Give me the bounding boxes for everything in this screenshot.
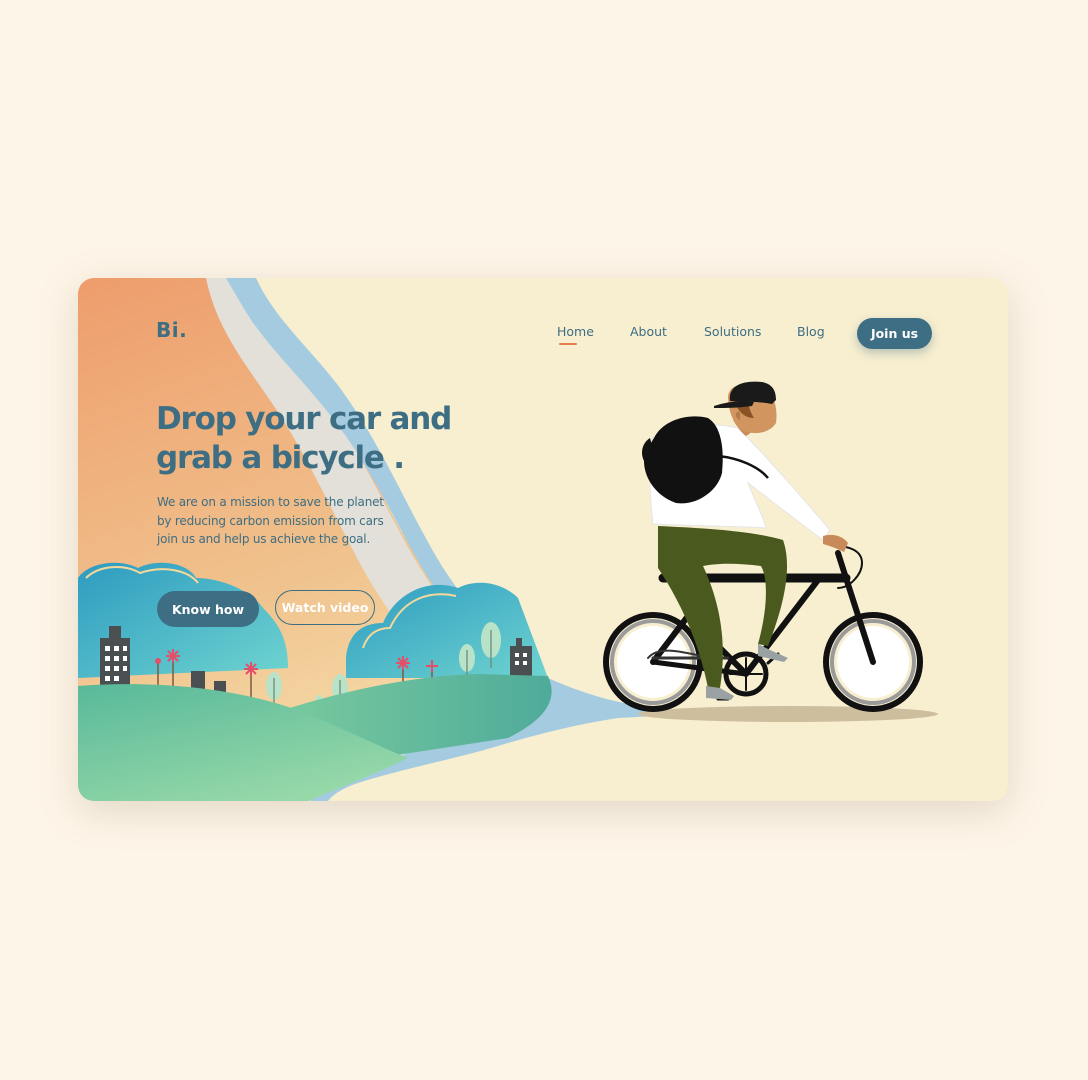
hero-headline-line-1: Drop your car and xyxy=(156,401,452,437)
main-nav: Home About Solutions Blog Join us xyxy=(78,278,1008,378)
rider-cap xyxy=(729,381,776,404)
hero-description: We are on a mission to save the planet b… xyxy=(157,493,384,549)
hero-headline: Drop your car and grab a bicycle . xyxy=(156,400,486,478)
nav-active-indicator xyxy=(559,343,577,345)
nav-blog[interactable]: Blog xyxy=(797,324,825,339)
ground-shadow xyxy=(638,706,938,722)
landing-card: Bi. Home About Solutions Blog Join us Dr… xyxy=(78,278,1008,801)
nav-about[interactable]: About xyxy=(630,324,667,339)
know-how-button[interactable]: Know how xyxy=(157,591,259,627)
rider-hand xyxy=(823,534,848,552)
hero-description-line-1: We are on a mission to save the planet xyxy=(157,495,384,509)
nav-home[interactable]: Home xyxy=(557,324,594,339)
hero-headline-line-2: grab a bicycle . xyxy=(156,440,405,476)
watch-video-button[interactable]: Watch video xyxy=(275,590,375,625)
hero-description-line-3: join us and help us achieve the goal. xyxy=(157,532,371,546)
nav-solutions[interactable]: Solutions xyxy=(704,324,761,339)
hero-description-line-2: by reducing carbon emission from cars xyxy=(157,513,384,528)
join-us-button[interactable]: Join us xyxy=(857,318,932,349)
